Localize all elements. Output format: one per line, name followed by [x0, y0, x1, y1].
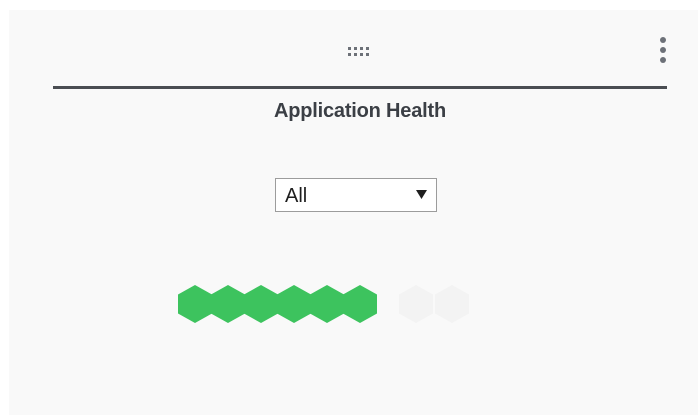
kebab-menu-icon	[653, 36, 673, 66]
app-health-hexagon[interactable]	[343, 285, 377, 323]
application-health-hexagons	[178, 285, 498, 325]
filter-selected-value: All	[285, 185, 308, 207]
application-filter-select[interactable]: All	[275, 178, 437, 212]
grip-dots-icon[interactable]	[347, 46, 371, 58]
dropdown-triangle-icon	[416, 189, 427, 200]
app-health-hexagon[interactable]	[244, 285, 278, 323]
app-health-hexagon[interactable]	[310, 285, 344, 323]
kebab-menu-button[interactable]	[653, 36, 673, 76]
empty-hexagon-slot	[435, 285, 470, 323]
widget-title: Application Health	[274, 100, 446, 122]
header-divider	[53, 86, 667, 89]
app-health-hexagon[interactable]	[277, 285, 311, 323]
app-health-hexagon[interactable]	[211, 285, 245, 323]
application-health-widget: Application Health All	[9, 10, 698, 415]
app-health-hexagon[interactable]	[178, 285, 212, 323]
empty-hexagon-slot	[399, 285, 434, 323]
